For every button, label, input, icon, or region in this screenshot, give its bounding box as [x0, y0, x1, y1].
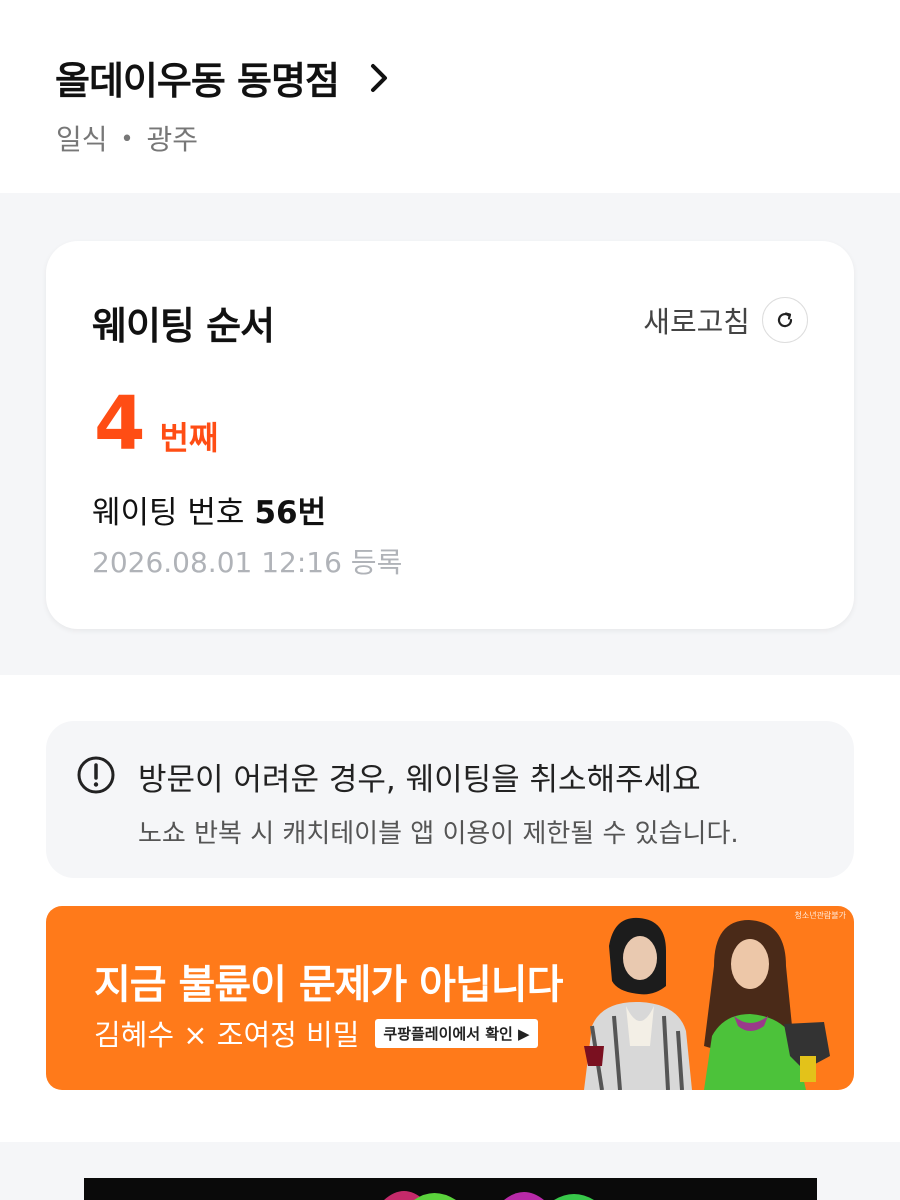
meta-separator: •: [120, 127, 134, 152]
waiting-title: 웨이팅 순서: [92, 304, 275, 348]
store-name: 올데이우동 동명점: [55, 59, 340, 103]
waiting-section: 웨이팅 순서 새로고침 4 번째 웨이팅 번호 56번 2026.08.01 12…: [0, 193, 900, 675]
rank-number: 4: [94, 381, 146, 467]
bottom-ad-art: [384, 1191, 594, 1200]
store-region: 광주: [146, 123, 199, 156]
refresh-label: 새로고침: [643, 305, 750, 339]
refresh-icon[interactable]: [762, 297, 808, 343]
bottom-ad-banner[interactable]: [84, 1178, 817, 1200]
notice-title: 방문이 어려운 경우, 웨이팅을 취소해주세요: [138, 762, 701, 798]
refresh-button[interactable]: 새로고침: [643, 297, 808, 343]
waiting-rank: 4 번째: [94, 387, 218, 461]
ad-subline: 김혜수 × 조여정 비밀 쿠팡플레이에서 확인 ▶: [94, 1012, 538, 1054]
notice-description: 노쇼 반복 시 캐치테이블 앱 이용이 제한될 수 있습니다.: [138, 819, 739, 849]
chevron-right-icon: [370, 63, 387, 92]
store-title-link[interactable]: 올데이우동 동명점: [55, 50, 389, 105]
cancel-notice: 방문이 어려운 경우, 웨이팅을 취소해주세요 노쇼 반복 시 캐치테이블 앱 …: [46, 721, 854, 878]
ad-banner[interactable]: 지금 불륜이 문제가 아닙니다 김혜수 × 조여정 비밀 쿠팡플레이에서 확인 …: [46, 906, 854, 1090]
waiting-number: 웨이팅 번호 56번: [92, 487, 326, 532]
store-meta: 일식 • 광주: [56, 118, 198, 158]
store-category: 일식: [56, 123, 108, 156]
ad-actors-image: [584, 917, 830, 1090]
store-header: 올데이우동 동명점 일식 • 광주: [0, 0, 900, 193]
waiting-number-value: 56번: [254, 495, 327, 531]
waiting-number-label: 웨이팅 번호: [92, 495, 245, 531]
waiting-card: 웨이팅 순서 새로고침 4 번째 웨이팅 번호 56번 2026.08.01 12…: [46, 241, 854, 629]
ad-cta-button[interactable]: 쿠팡플레이에서 확인 ▶: [375, 1018, 538, 1048]
exclamation-circle-icon: [77, 756, 115, 794]
rank-unit: 번째: [159, 419, 219, 457]
ad-subline-text: 김혜수 × 조여정 비밀: [94, 1018, 360, 1052]
registered-time: 2026.08.01 12:16 등록: [92, 546, 403, 579]
ad-headline: 지금 불륜이 문제가 아닙니다: [94, 962, 563, 1008]
